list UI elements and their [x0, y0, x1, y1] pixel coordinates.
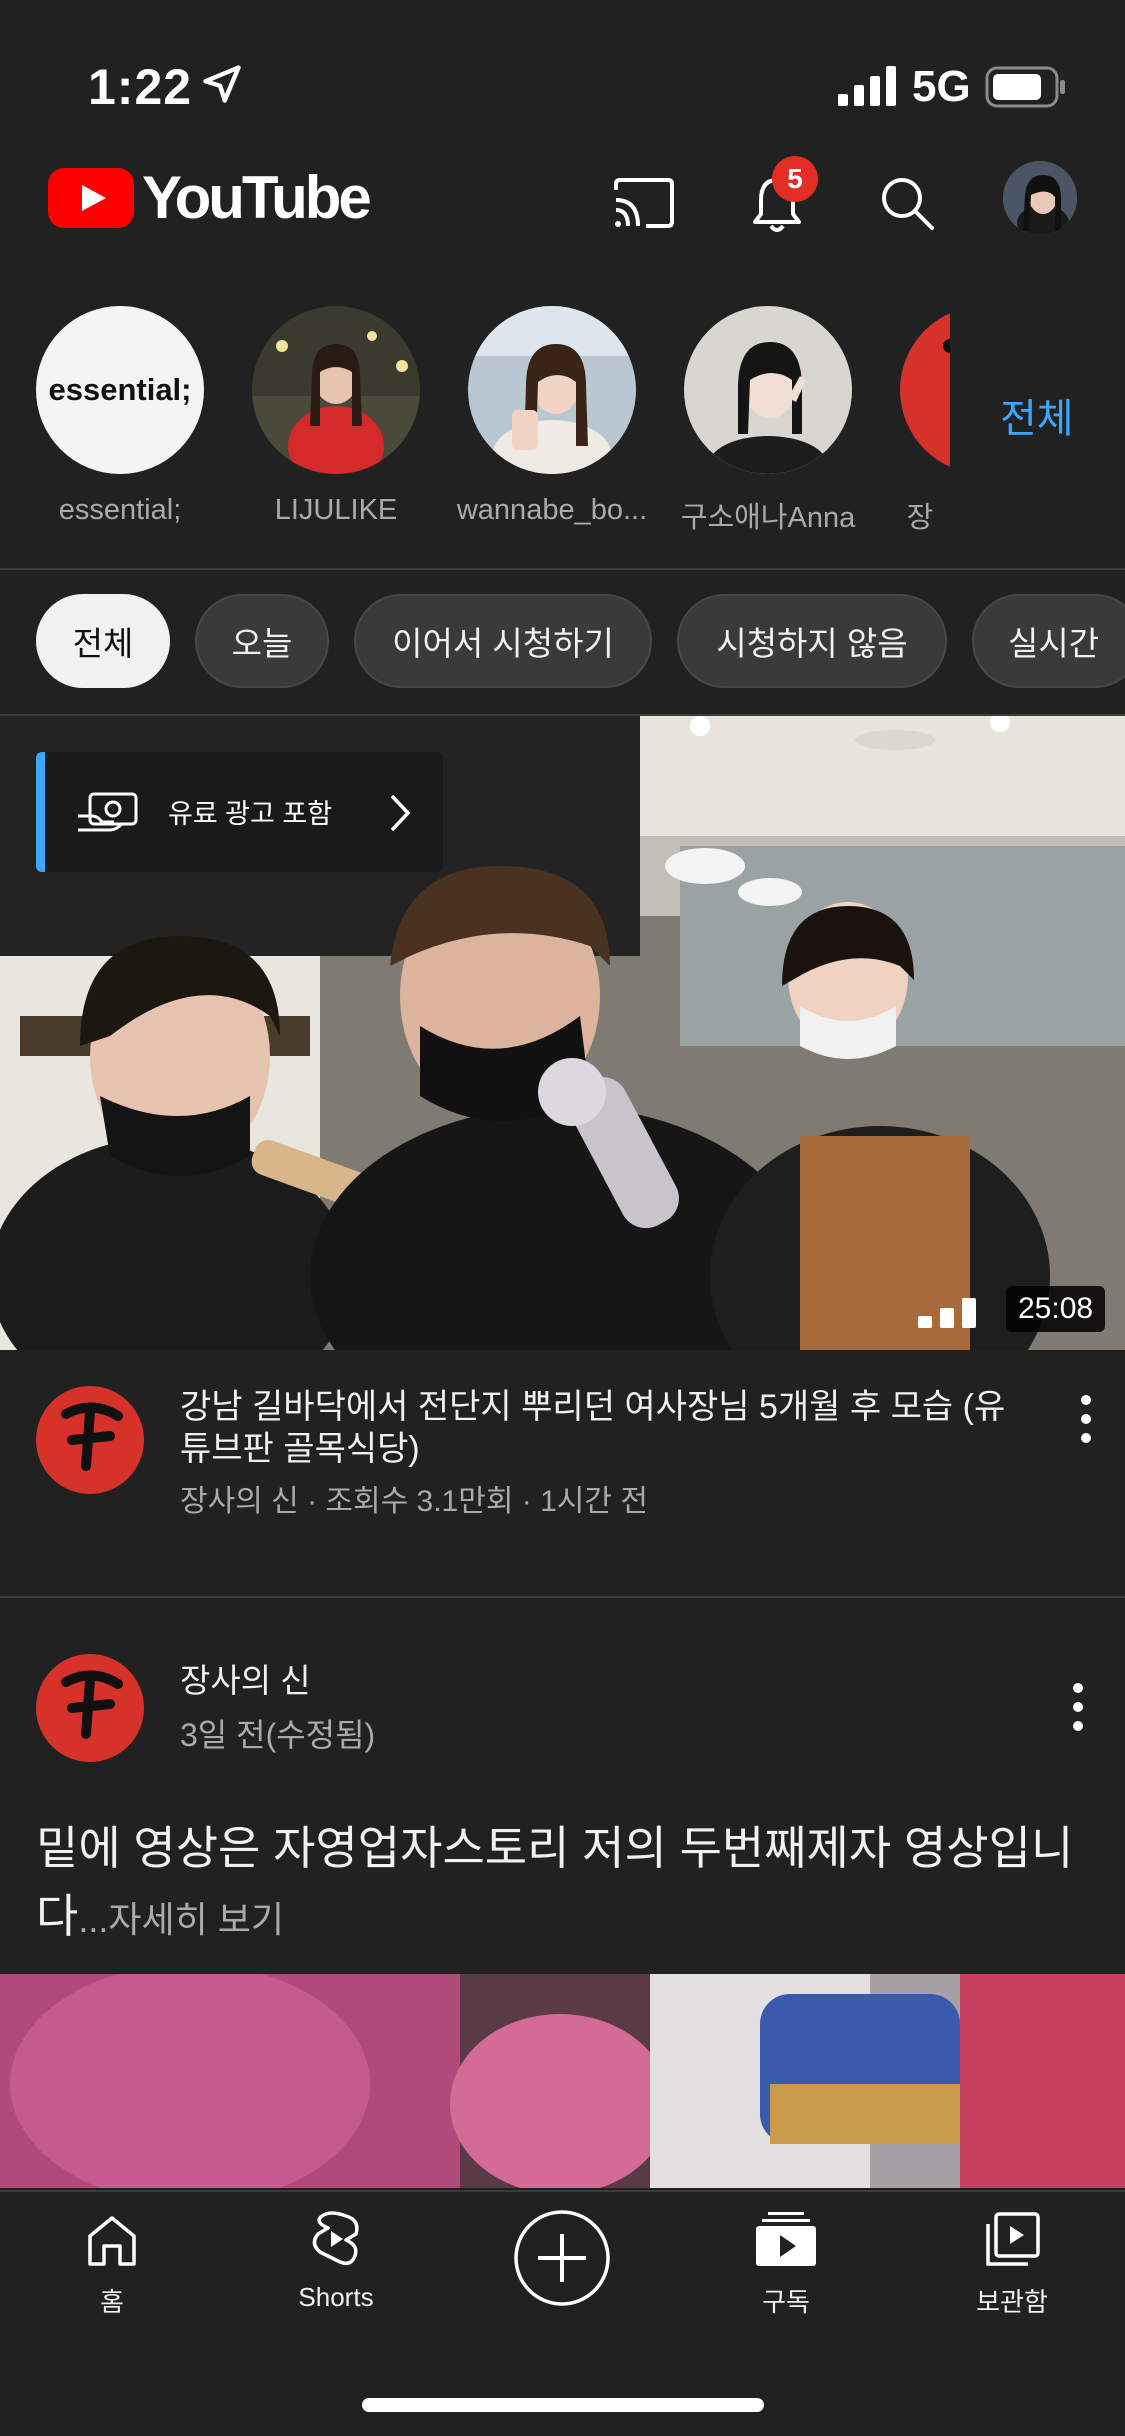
- channel-avatar: [684, 306, 852, 474]
- channel-name: 구소애나Anna: [680, 502, 856, 534]
- post-time: 3일 전(수정됨): [180, 1717, 376, 1753]
- location-arrow-icon: [203, 65, 241, 103]
- channel-name: LIJULIKE: [274, 494, 398, 526]
- channel-item[interactable]: wannabe_bo...: [457, 306, 647, 527]
- cast-icon[interactable]: [608, 168, 678, 238]
- chip-all[interactable]: 전체: [36, 594, 170, 688]
- nav-library[interactable]: 보관함: [922, 2210, 1102, 2319]
- post-channel-name[interactable]: 장사의 신: [180, 1654, 311, 1702]
- channel-item[interactable]: LIJULIKE: [252, 306, 420, 527]
- divider: [0, 1596, 1125, 1598]
- channel-item[interactable]: 구소애나Anna: [681, 306, 855, 536]
- create-button[interactable]: [512, 2208, 612, 2308]
- channels-all-link[interactable]: 전체: [1000, 386, 1074, 444]
- home-indicator[interactable]: [362, 2398, 764, 2412]
- battery-icon: [985, 66, 1065, 108]
- channel-name: wannabe_bo...: [456, 494, 648, 526]
- channel-avatar[interactable]: [36, 1654, 144, 1762]
- network-type: 5G: [912, 62, 971, 111]
- channel-name: essential;: [58, 494, 182, 526]
- paid-promotion-icon: [78, 792, 138, 832]
- more-options-icon[interactable]: [1074, 1392, 1098, 1446]
- nav-subscriptions[interactable]: 구독: [696, 2210, 876, 2319]
- shorts-icon: [312, 2211, 359, 2266]
- chip-live[interactable]: 실시간: [972, 594, 1125, 688]
- search-icon[interactable]: [872, 168, 942, 238]
- signal-icon: [838, 66, 896, 106]
- library-icon: [986, 2212, 1040, 2266]
- more-options-icon[interactable]: [1066, 1680, 1090, 1734]
- channel-item[interactable]: essential; essential;: [36, 306, 204, 527]
- channel-avatar: [468, 306, 636, 474]
- nav-home[interactable]: 홈: [22, 2210, 202, 2319]
- youtube-wordmark[interactable]: YouTube: [142, 163, 372, 232]
- channel-avatar[interactable]: [36, 1386, 144, 1494]
- chip-continue-watching[interactable]: 이어서 시청하기: [354, 594, 652, 688]
- video-duration: 25:08: [1006, 1286, 1106, 1332]
- post-image[interactable]: [0, 1974, 1125, 2188]
- chip-today[interactable]: 오늘: [195, 594, 329, 688]
- notification-badge: 5: [772, 156, 818, 202]
- nav-home-label: 홈: [100, 2287, 124, 2317]
- nav-shorts[interactable]: Shorts: [246, 2210, 426, 2313]
- post-text: 밑에 영상은 자영업자스토리 저의 두번째제자 영상입니다...자세히 보기: [36, 1814, 1086, 1954]
- paid-promotion-label: 유료 광고 포함: [168, 799, 333, 829]
- nav-shorts-label: Shorts: [298, 2282, 374, 2312]
- youtube-logo-icon[interactable]: [48, 168, 134, 228]
- chip-unwatched[interactable]: 시청하지 않음: [677, 594, 947, 688]
- subscriptions-icon: [756, 2212, 816, 2266]
- nav-library-label: 보관함: [976, 2287, 1048, 2317]
- video-meta: 장사의 신 · 조회수 3.1만회 · 1시간 전: [180, 1485, 648, 1518]
- video-title[interactable]: 강남 길바닥에서 전단지 뿌리던 여사장님 5개월 후 모습 (유튜브판 골목식…: [180, 1386, 1010, 1470]
- account-avatar[interactable]: [1003, 161, 1077, 235]
- divider: [0, 568, 1125, 570]
- quality-signal-icon: [918, 1298, 976, 1328]
- channel-avatar: essential;: [36, 306, 204, 474]
- channel-logo-text: essential;: [48, 372, 192, 407]
- read-more-link[interactable]: ...자세히 보기: [78, 1899, 284, 1940]
- channel-avatar: [252, 306, 420, 474]
- home-icon: [88, 2216, 136, 2266]
- status-time: 1:22: [88, 59, 193, 115]
- chevron-right-icon: [390, 794, 411, 832]
- nav-subscriptions-label: 구독: [762, 2287, 810, 2317]
